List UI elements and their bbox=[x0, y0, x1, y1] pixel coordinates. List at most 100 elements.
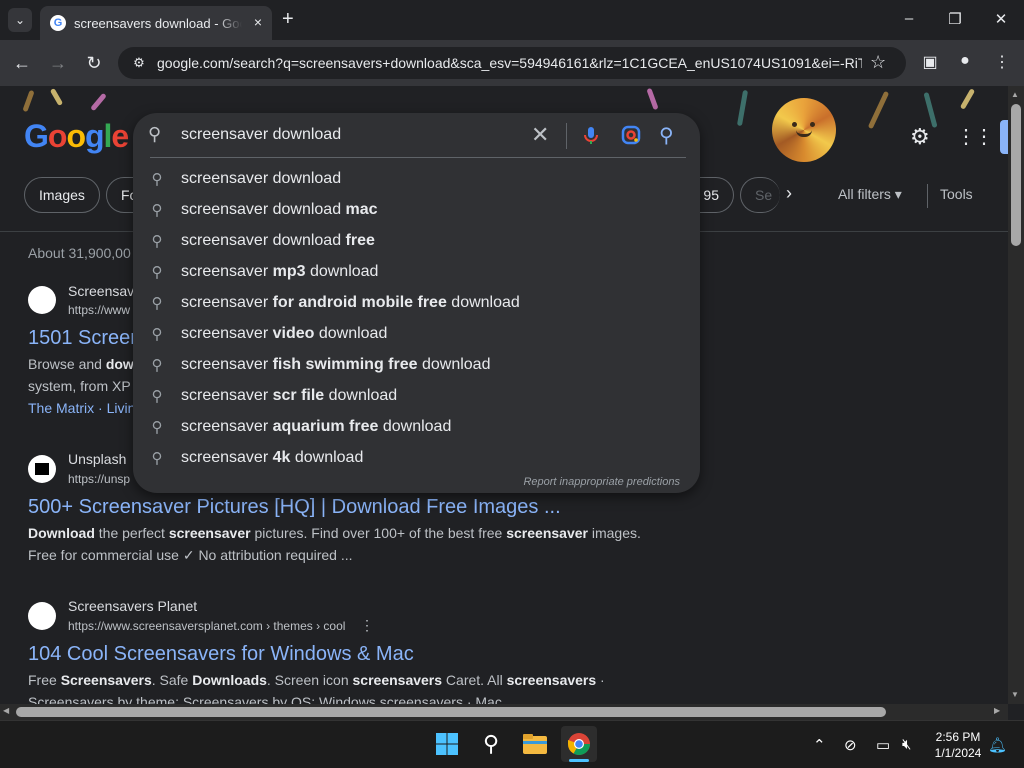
search-submit-icon[interactable]: ⚲ bbox=[659, 123, 674, 148]
result-title[interactable]: 1501 Screer bbox=[28, 327, 137, 350]
suggestion-bold: free bbox=[345, 231, 375, 249]
scroll-right-arrow-icon[interactable]: ▶ bbox=[994, 706, 1000, 715]
snippet-bold: dow bbox=[105, 356, 134, 372]
suggestion-item[interactable]: ⚲ screensaver aquarium free download bbox=[133, 411, 700, 442]
settings-gear-icon[interactable]: ⚙ bbox=[910, 124, 930, 150]
google-lens-icon[interactable] bbox=[620, 124, 642, 146]
more-options-icon[interactable]: ⋮ bbox=[360, 617, 374, 634]
suggestion-item[interactable]: ⚲ screensaver video download bbox=[133, 318, 700, 349]
back-arrow-icon[interactable]: ← bbox=[10, 52, 34, 74]
profile-avatar-icon[interactable]: ● bbox=[954, 52, 976, 70]
horizontal-scroll-thumb[interactable] bbox=[16, 707, 886, 717]
snippet-bold: screensavers bbox=[352, 672, 443, 688]
result-snippet: Download the perfect screensaver picture… bbox=[28, 522, 641, 544]
suggestion-item[interactable]: ⚲ screensaver mp3 download bbox=[133, 256, 700, 287]
result-site-name[interactable]: Screensavers Planet bbox=[68, 598, 197, 614]
result-url[interactable]: https://unsp bbox=[68, 472, 130, 486]
suggestion-search-icon: ⚲ bbox=[151, 449, 163, 467]
suggestion-item[interactable]: ⚲ screensaver 4k download bbox=[133, 442, 700, 473]
snippet-text: Caret. All bbox=[442, 672, 507, 688]
result-site-name[interactable]: Screensav bbox=[68, 283, 134, 299]
unsplash-favicon-icon bbox=[28, 455, 56, 483]
suggestion-item[interactable]: ⚲ screensaver download mac bbox=[133, 194, 700, 225]
new-tab-button[interactable]: + bbox=[282, 9, 294, 29]
suggestion-tail: download bbox=[378, 417, 452, 435]
vertical-scroll-thumb[interactable] bbox=[1011, 104, 1021, 246]
file-explorer-icon[interactable] bbox=[517, 726, 553, 762]
result-site-name[interactable]: Unsplash bbox=[68, 451, 126, 467]
notification-bell-icon[interactable]: 🔔︎ bbox=[988, 736, 1007, 754]
suggestion-item[interactable]: ⚲ screensaver scr file download bbox=[133, 380, 700, 411]
suggestion-item[interactable]: ⚲ screensaver download free bbox=[133, 225, 700, 256]
suggestion-search-icon: ⚲ bbox=[151, 232, 163, 250]
suggestion-text: screensaver download free bbox=[181, 232, 375, 250]
tab-active[interactable]: G screensavers download - Google Search … bbox=[40, 6, 272, 40]
tab-search-button[interactable]: ⌄ bbox=[8, 8, 32, 32]
logo-letter: g bbox=[84, 118, 105, 154]
display-icon[interactable]: ▭ bbox=[876, 736, 890, 754]
clock-date: 1/1/2024 bbox=[934, 746, 982, 760]
clock-time: 2:56 PM bbox=[935, 730, 981, 744]
site-info-icon[interactable]: ⚙ bbox=[128, 52, 150, 74]
suggestion-item[interactable]: ⚲ screensaver download bbox=[133, 163, 700, 194]
show-hidden-icons-chevron-icon[interactable]: ⌃ bbox=[813, 736, 826, 754]
chrome-taskbar-icon[interactable] bbox=[561, 726, 597, 762]
forward-arrow-icon[interactable]: → bbox=[46, 52, 70, 74]
tab-close-button[interactable]: × bbox=[254, 14, 262, 30]
snippet-text: pictures. Find over 100+ of the best fre… bbox=[250, 525, 507, 541]
chip-images[interactable]: Images bbox=[24, 177, 100, 213]
suggestion-bold: mp3 bbox=[272, 262, 306, 280]
snippet-text: images. bbox=[587, 525, 641, 541]
suggestion-text: screensaver scr file download bbox=[181, 387, 397, 405]
chips-next-arrow-icon[interactable]: › bbox=[786, 183, 792, 204]
unsplash-mark bbox=[35, 463, 49, 475]
search-icon: ⚲ bbox=[148, 124, 162, 144]
network-icon[interactable]: ⊘ bbox=[844, 736, 857, 754]
result-sitelinks[interactable]: The Matrix · Livin bbox=[28, 397, 135, 419]
suggestion-text: screensaver for android mobile free down… bbox=[181, 294, 520, 312]
close-window-button[interactable]: ✕ bbox=[991, 10, 1011, 28]
tools-button[interactable]: Tools bbox=[940, 186, 973, 202]
result-url[interactable]: https://www bbox=[68, 303, 130, 317]
bookmark-star-icon[interactable]: ☆ bbox=[870, 52, 886, 73]
side-panel-icon[interactable]: ▣ bbox=[919, 52, 941, 72]
windows-start-icon[interactable] bbox=[429, 726, 465, 762]
clear-search-icon[interactable]: ✕ bbox=[531, 122, 549, 148]
disco-ball-doodle-icon[interactable] bbox=[772, 98, 836, 162]
minimize-button[interactable]: – bbox=[899, 10, 919, 27]
sign-in-button[interactable] bbox=[1000, 120, 1008, 154]
suggestion-item[interactable]: ⚲ screensaver fish swimming free download bbox=[133, 349, 700, 380]
chrome-menu-icon[interactable]: ⋮ bbox=[991, 52, 1013, 72]
restore-button[interactable]: ❐ bbox=[945, 10, 965, 28]
url-text[interactable]: google.com/search?q=screensavers+downloa… bbox=[157, 55, 862, 71]
all-filters-button[interactable]: All filters ▾ bbox=[838, 186, 902, 203]
result-favicon-icon bbox=[28, 286, 56, 314]
volume-muted-icon[interactable]: 🔇︎ bbox=[902, 736, 911, 753]
taskbar-search-icon[interactable]: ⚲ bbox=[473, 726, 509, 762]
voice-search-icon[interactable] bbox=[580, 124, 602, 146]
suggestion-search-icon: ⚲ bbox=[151, 294, 163, 312]
suggestion-text: screensaver video download bbox=[181, 325, 387, 343]
chip-faded[interactable]: Se bbox=[740, 177, 780, 213]
snippet-bold: screensavers bbox=[506, 672, 597, 688]
suggestion-plain: screensaver download bbox=[181, 231, 346, 249]
suggestion-plain: screensaver bbox=[181, 324, 273, 342]
divider bbox=[566, 123, 567, 149]
doodle-eye bbox=[810, 122, 815, 127]
result-url[interactable]: https://www.screensaversplanet.com › the… bbox=[68, 619, 345, 633]
result-stats: About 31,900,00 bbox=[28, 245, 131, 261]
suggestion-item[interactable]: ⚲ screensaver for android mobile free dow… bbox=[133, 287, 700, 318]
report-predictions-link[interactable]: Report inappropriate predictions bbox=[470, 476, 680, 488]
scroll-down-arrow-icon[interactable]: ▼ bbox=[1011, 690, 1019, 699]
result-title[interactable]: 104 Cool Screensavers for Windows & Mac bbox=[28, 643, 414, 666]
taskbar-clock[interactable]: 2:56 PM 1/1/2024 bbox=[926, 729, 990, 761]
suggestion-plain: screensaver download bbox=[181, 169, 342, 187]
google-logo[interactable]: Google bbox=[24, 118, 129, 155]
reload-icon[interactable]: ↻ bbox=[82, 52, 106, 74]
logo-letter: e bbox=[111, 118, 129, 154]
scroll-left-arrow-icon[interactable]: ◀ bbox=[3, 706, 9, 715]
scroll-up-arrow-icon[interactable]: ▲ bbox=[1011, 90, 1019, 99]
suggestion-search-icon: ⚲ bbox=[151, 325, 163, 343]
search-input[interactable] bbox=[181, 126, 521, 144]
result-title[interactable]: 500+ Screensaver Pictures [HQ] | Downloa… bbox=[28, 496, 561, 519]
